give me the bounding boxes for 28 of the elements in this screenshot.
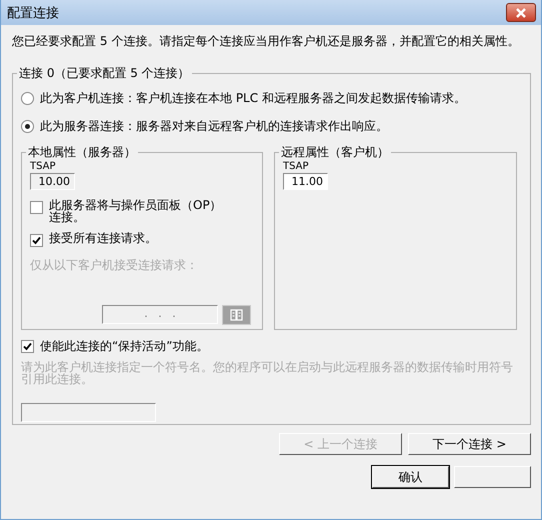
- close-icon: [515, 8, 527, 18]
- radio-label: 此为客户机连接：客户机连接在本地 PLC 和远程服务器之间发起数据传输请求。: [40, 90, 466, 106]
- address-book-icon: [230, 309, 244, 321]
- symbol-name-field[interactable]: [21, 403, 156, 422]
- checkbox[interactable]: [30, 201, 43, 214]
- checkbox[interactable]: [30, 234, 43, 247]
- restrict-label: 仅从以下客户机接受连接请求：: [30, 257, 199, 274]
- dialog-button[interactable]: [454, 466, 531, 488]
- group-title: 本地属性（服务器）: [27, 144, 137, 161]
- tsap-label: TSAP: [30, 161, 57, 173]
- radio-button[interactable]: [21, 120, 34, 132]
- symbol-hint-text: 请为此客户机连接指定一个符号名。您的程序可以在启动与此远程服务器的数据传输时用符号引用此连接。: [21, 361, 514, 385]
- group-title: 远程属性（客户机）: [280, 144, 390, 161]
- intro-text: 您已经要求配置 5 个连接。请指定每个连接应当用作客户机还是服务器，并配置它的相关属性。: [12, 33, 520, 50]
- radio-button[interactable]: [21, 92, 34, 104]
- checkbox-label: 使能此连接的“保持活动”功能。: [40, 338, 208, 355]
- group-title: 连接 0（已要求配置 5 个连接）: [18, 65, 191, 82]
- close-button[interactable]: [506, 3, 536, 22]
- tsap-field[interactable]: 11.00: [283, 173, 328, 190]
- tsap-label: TSAP: [283, 161, 310, 173]
- nav-button[interactable]: 下一个连接 >: [408, 433, 531, 455]
- checkbox-label: 接受所有连接请求。: [49, 232, 158, 244]
- dialog-button[interactable]: 确认: [372, 466, 449, 488]
- radio-label: 此为服务器连接：服务器对来自远程客户机的连接请求作出响应。: [40, 118, 388, 134]
- checkbox[interactable]: [21, 340, 34, 353]
- tsap-field[interactable]: 10.00: [30, 173, 75, 190]
- checkbox-label: 此服务器将与操作员面板（OP）连接。: [49, 199, 223, 223]
- window-title: 配置连接: [7, 4, 59, 22]
